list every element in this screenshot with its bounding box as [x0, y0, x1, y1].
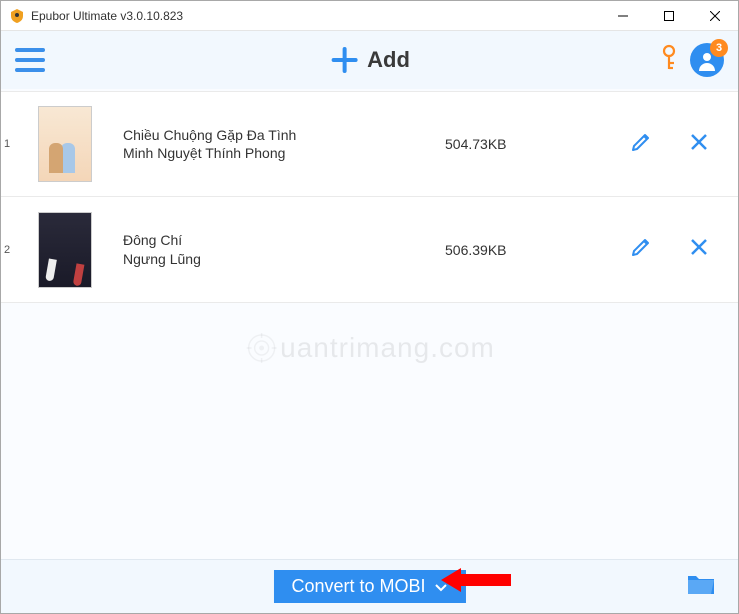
add-label: Add — [367, 47, 410, 73]
edit-button[interactable] — [630, 131, 652, 158]
book-size: 504.73KB — [445, 136, 575, 152]
edit-button[interactable] — [630, 236, 652, 263]
add-button[interactable]: Add — [329, 45, 410, 75]
book-size: 506.39KB — [445, 242, 575, 258]
app-icon — [9, 8, 25, 24]
row-number: 1 — [1, 138, 15, 150]
list-item[interactable]: 1 Chiều Chuộng Gặp Đa Tình Minh Nguyệt T… — [1, 91, 738, 197]
list-item[interactable]: 2 Đông Chí Ngưng Lũng 506.39KB — [1, 197, 738, 303]
menu-button[interactable] — [15, 48, 45, 72]
convert-label: Convert to MOBI — [291, 576, 425, 597]
user-button[interactable]: 3 — [690, 43, 724, 77]
book-meta: Chiều Chuộng Gặp Đa Tình Minh Nguyệt Thí… — [115, 126, 445, 162]
book-author: Ngưng Lũng — [123, 250, 445, 268]
footer: Convert to MOBI — [1, 559, 738, 613]
window-title: Epubor Ultimate v3.0.10.823 — [31, 9, 600, 23]
book-cover — [15, 106, 115, 182]
notification-badge: 3 — [710, 39, 728, 57]
folder-icon — [686, 572, 716, 596]
convert-button[interactable]: Convert to MOBI — [273, 570, 465, 603]
key-button[interactable] — [658, 44, 680, 77]
minimize-button[interactable] — [600, 1, 646, 31]
key-icon — [658, 44, 680, 72]
close-icon — [690, 133, 708, 151]
row-number: 2 — [1, 244, 15, 256]
book-list: 1 Chiều Chuộng Gặp Đa Tình Minh Nguyệt T… — [1, 89, 738, 559]
pencil-icon — [630, 236, 652, 258]
plus-icon — [329, 45, 359, 75]
book-title: Đông Chí — [123, 231, 445, 249]
maximize-button[interactable] — [646, 1, 692, 31]
book-meta: Đông Chí Ngưng Lũng — [115, 231, 445, 267]
remove-button[interactable] — [690, 133, 708, 156]
book-cover — [15, 212, 115, 288]
book-author: Minh Nguyệt Thính Phong — [123, 144, 445, 162]
open-folder-button[interactable] — [686, 572, 716, 601]
pencil-icon — [630, 131, 652, 153]
book-title: Chiều Chuộng Gặp Đa Tình — [123, 126, 445, 144]
app-window: Epubor Ultimate v3.0.10.823 Add 3 1 — [0, 0, 739, 614]
chevron-down-icon — [434, 580, 448, 594]
close-button[interactable] — [692, 1, 738, 31]
remove-button[interactable] — [690, 238, 708, 261]
close-icon — [690, 238, 708, 256]
titlebar: Epubor Ultimate v3.0.10.823 — [1, 1, 738, 31]
watermark: uantrimang.com — [244, 331, 495, 365]
toolbar: Add 3 — [1, 31, 738, 89]
